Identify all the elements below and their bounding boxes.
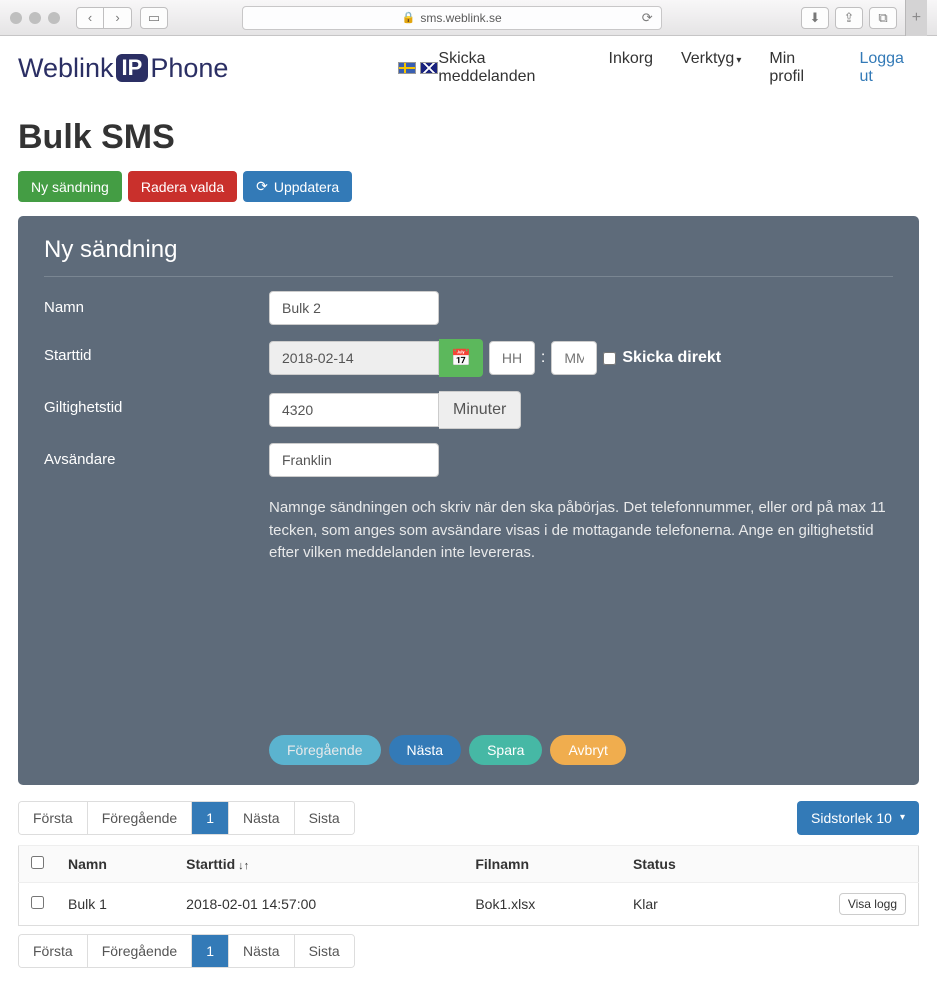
table-row: Bulk 1 2018-02-01 14:57:00 Bok1.xlsx Kla… [19, 882, 919, 925]
refresh-label: Uppdatera [274, 179, 339, 195]
label-sender: Avsändare [44, 443, 269, 468]
page-next-bottom[interactable]: Nästa [229, 935, 295, 967]
logo-badge: IP [116, 54, 149, 82]
refresh-icon: ⟳ [256, 178, 268, 195]
language-flags [398, 62, 438, 74]
help-text: Namnge sändningen och skriv när den ska … [269, 497, 889, 565]
calendar-icon[interactable]: 📅 [439, 339, 483, 377]
new-tab-button[interactable]: + [905, 0, 927, 36]
reload-icon[interactable]: ⟳ [642, 10, 653, 26]
time-colon: : [541, 349, 545, 367]
sendings-table: Namn Starttid↓↑ Filnamn Status Bulk 1 20… [18, 845, 919, 926]
logo-text-post: Phone [150, 53, 228, 84]
lock-icon: 🔒 [402, 11, 416, 24]
label-validity: Giltighetstid [44, 391, 269, 416]
send-direct-checkbox[interactable] [603, 352, 616, 365]
sender-input[interactable] [269, 443, 439, 477]
browser-toolbar: ‹ › ▭ 🔒 sms.weblink.se ⟳ ⬇ ⇪ ⧉ + [0, 0, 937, 36]
send-direct-label: Skicka direkt [622, 349, 721, 367]
page-first-bottom[interactable]: Första [19, 935, 88, 967]
panel-title: Ny sändning [44, 236, 893, 277]
page-size-select[interactable]: Sidstorlek 10 ▾ [797, 801, 919, 835]
url-text: sms.weblink.se [420, 11, 501, 25]
page-prev[interactable]: Föregående [88, 802, 193, 834]
hour-input[interactable] [489, 341, 535, 375]
sort-icon: ↓↑ [238, 860, 249, 872]
flag-english[interactable] [420, 62, 438, 74]
logo-text-pre: Weblink [18, 53, 114, 84]
pagination-bottom: Första Föregående 1 Nästa Sista [18, 934, 355, 968]
page-size-label: Sidstorlek 10 [811, 810, 892, 826]
col-filename[interactable]: Filnamn [463, 845, 621, 882]
col-name[interactable]: Namn [56, 845, 174, 882]
save-button[interactable]: Spara [469, 735, 542, 765]
date-input[interactable] [269, 341, 439, 375]
label-starttime: Starttid [44, 339, 269, 364]
nav-profil[interactable]: Min profil [769, 50, 831, 86]
page-1-bottom[interactable]: 1 [192, 935, 229, 967]
label-name: Namn [44, 291, 269, 316]
new-send-panel: Ny sändning Namn Starttid 📅 : Skicka dir… [18, 216, 919, 785]
next-button[interactable]: Nästa [389, 735, 462, 765]
sidebar-toggle[interactable]: ▭ [140, 7, 168, 29]
nav-skicka[interactable]: Skicka meddelanden [438, 50, 580, 86]
page-last-bottom[interactable]: Sista [295, 935, 354, 967]
select-all-checkbox[interactable] [31, 856, 44, 869]
address-bar[interactable]: 🔒 sms.weblink.se ⟳ [242, 6, 662, 30]
name-input[interactable] [269, 291, 439, 325]
share-button[interactable]: ⇪ [835, 7, 863, 29]
page-next[interactable]: Nästa [229, 802, 295, 834]
cancel-button[interactable]: Avbryt [550, 735, 625, 765]
nav-logout[interactable]: Logga ut [859, 50, 919, 86]
prev-button[interactable]: Föregående [269, 735, 381, 765]
new-send-button[interactable]: Ny sändning [18, 171, 122, 202]
page-last[interactable]: Sista [295, 802, 354, 834]
flag-swedish[interactable] [398, 62, 416, 74]
page-title: Bulk SMS [18, 118, 919, 157]
cell-filename: Bok1.xlsx [463, 882, 621, 925]
nav-verktyg-label: Verktyg [681, 50, 734, 67]
back-button[interactable]: ‹ [76, 7, 104, 29]
page-1[interactable]: 1 [192, 802, 229, 834]
tabs-button[interactable]: ⧉ [869, 7, 897, 29]
cell-starttime: 2018-02-01 14:57:00 [174, 882, 463, 925]
chevron-down-icon: ▾ [900, 812, 905, 823]
validity-input[interactable] [269, 393, 439, 427]
forward-button[interactable]: › [104, 7, 132, 29]
col-status[interactable]: Status [621, 845, 746, 882]
downloads-button[interactable]: ⬇ [801, 7, 829, 29]
refresh-button[interactable]: ⟳ Uppdatera [243, 171, 352, 202]
cell-name: Bulk 1 [56, 882, 174, 925]
col-starttime-label: Starttid [186, 856, 235, 872]
row-checkbox[interactable] [31, 896, 44, 909]
col-starttime[interactable]: Starttid↓↑ [174, 845, 463, 882]
cell-status: Klar [621, 882, 746, 925]
minute-input[interactable] [551, 341, 597, 375]
chevron-down-icon: ▾ [736, 55, 741, 66]
delete-selected-button[interactable]: Radera valda [128, 171, 237, 202]
page-prev-bottom[interactable]: Föregående [88, 935, 193, 967]
main-navigation: Weblink IP Phone Skicka meddelanden Inko… [0, 36, 937, 100]
validity-unit: Minuter [439, 391, 521, 429]
nav-inkorg[interactable]: Inkorg [609, 50, 653, 86]
logo[interactable]: Weblink IP Phone [18, 53, 228, 84]
view-log-button[interactable]: Visa logg [839, 893, 906, 915]
window-controls[interactable] [10, 12, 60, 24]
page-first[interactable]: Första [19, 802, 88, 834]
pagination-top: Första Föregående 1 Nästa Sista [18, 801, 355, 835]
nav-verktyg[interactable]: Verktyg▾ [681, 50, 741, 86]
